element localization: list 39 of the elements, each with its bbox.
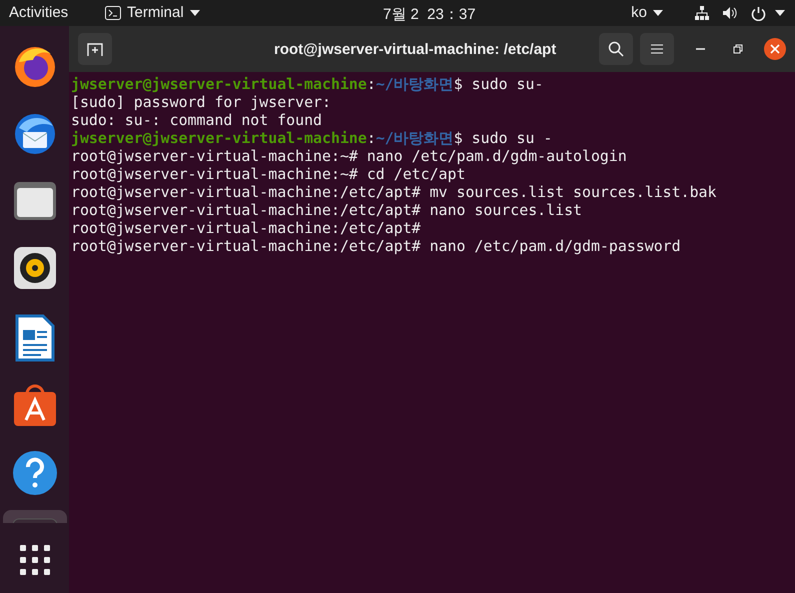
- terminal-line: [sudo] password for jwserver:: [71, 93, 332, 111]
- volume-icon[interactable]: [722, 6, 738, 20]
- caret-icon: [653, 10, 663, 16]
- app-menu-label: Terminal: [127, 2, 184, 23]
- speaker-icon: [12, 246, 56, 290]
- help-icon: [12, 450, 58, 496]
- terminal-line: root@jwserver-virtual-machine:/etc/apt# nano /etc/pam.d/gdm-password: [71, 237, 682, 255]
- terminal-line: jwserver@jwserver-virtual-machine:~/바탕화면$ sudo su -: [71, 129, 554, 147]
- input-method-label: ko: [631, 2, 647, 23]
- power-icon[interactable]: [751, 6, 766, 20]
- new-tab-button[interactable]: [78, 33, 112, 65]
- terminal-line: sudo: su-: command not found: [71, 111, 324, 129]
- terminal-line: root@jwserver-virtual-machine:/etc/apt# nano sources.list: [71, 201, 584, 219]
- caret-icon: [190, 10, 200, 16]
- close-icon: [770, 44, 780, 54]
- terminal-line: root@jwserver-virtual-machine:~# nano /etc/pam.d/gdm-autologin: [71, 147, 628, 165]
- new-tab-icon: [87, 42, 103, 56]
- clock[interactable]: 7월 2 23：37: [383, 4, 476, 26]
- menu-button[interactable]: [640, 33, 674, 65]
- activities-button[interactable]: Activities: [9, 2, 91, 24]
- menu-icon: [651, 44, 663, 54]
- caret-icon: [775, 10, 785, 16]
- search-button[interactable]: [599, 33, 633, 65]
- terminal-line: root@jwserver-virtual-machine:/etc/apt# mv sources.list sources.list.bak: [71, 183, 718, 201]
- restore-icon: [733, 44, 743, 54]
- input-method-menu[interactable]: ko: [631, 2, 663, 24]
- network-icon[interactable]: [695, 6, 709, 20]
- terminal-line: jwserver@jwserver-virtual-machine:~/바탕화면$ sudo su-: [71, 75, 544, 93]
- close-button[interactable]: [764, 38, 786, 60]
- window-title: root@jwserver-virtual-machine: /etc/apt: [274, 40, 556, 60]
- minimize-icon: [696, 48, 704, 50]
- app-grid-icon[interactable]: [20, 545, 50, 575]
- terminal-line: root@jwserver-virtual-machine:~# cd /etc/apt: [71, 165, 466, 183]
- shopping-bag-icon: [12, 382, 58, 428]
- app-menu[interactable]: Terminal: [105, 2, 200, 24]
- search-icon: [608, 41, 624, 57]
- terminal-icon: [105, 6, 121, 20]
- terminal-line: root@jwserver-virtual-machine:/etc/apt#: [71, 219, 422, 237]
- document-icon: [14, 314, 54, 362]
